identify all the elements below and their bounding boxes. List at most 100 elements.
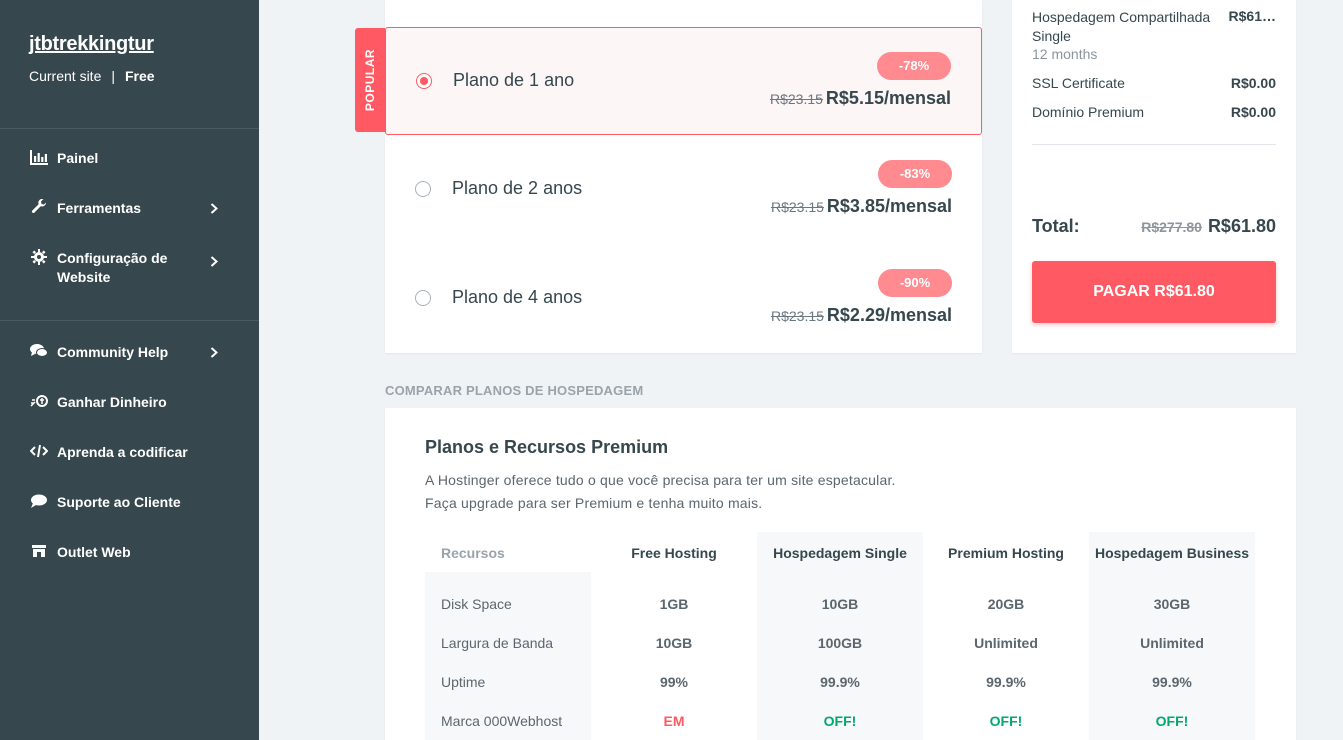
compare-plans-card: Planos e Recursos Premium A Hostinger of… — [385, 408, 1296, 740]
domain-price: R$0.00 — [1230, 104, 1276, 120]
popular-tag: POPULAR — [355, 28, 386, 132]
sidebar-item-label: Painel — [57, 150, 99, 166]
plan-price: R$23.15 R$3.85/mensal — [771, 196, 952, 217]
store-icon — [29, 542, 49, 560]
discount-badge: -83% — [878, 160, 952, 188]
old-price: R$23.15 — [770, 308, 824, 324]
sidebar-item-label: Outlet Web — [57, 544, 131, 560]
table-cell: 99.9% — [820, 674, 860, 690]
table-cell: 100GB — [817, 635, 863, 651]
table-cell: 1GB — [659, 596, 689, 612]
site-meta: Current site | Free — [29, 68, 230, 84]
bar-chart-icon — [29, 148, 49, 166]
product-price: R$61… — [1228, 8, 1276, 24]
row-label: Largura de Banda — [441, 635, 554, 651]
plan-options-card: Plano de 1 ano -78% R$23.15 R$5.15/mensal… — [385, 0, 982, 353]
table-cell: 30GB — [1153, 596, 1191, 612]
table-header: Free Hosting — [631, 545, 717, 561]
chat-bubbles-icon — [29, 342, 49, 360]
sidebar-item-community-help[interactable]: Community Help — [0, 343, 259, 393]
sidebar-item-aprenda-codificar[interactable]: Aprenda a codificar — [0, 443, 259, 493]
summary-product-line: Hospedagem Compartilhada Single R$61… — [1032, 8, 1276, 46]
plan-name: Plano de 2 anos — [452, 178, 583, 198]
product-period: 12 months — [1032, 46, 1098, 62]
discount-badge: -78% — [877, 52, 951, 80]
sidebar-item-configuracao[interactable]: Configuração de Website — [0, 249, 259, 308]
total-prices: R$277.80 R$61.80 — [1141, 216, 1276, 237]
compare-title: Planos e Recursos Premium — [425, 437, 669, 457]
new-price: R$5.15/mensal — [825, 88, 951, 108]
plan-option-4-years[interactable]: Plano de 4 anos -90% R$23.15 R$2.29/mensa… — [385, 244, 982, 352]
plan-price: R$23.15 R$5.15/mensal — [770, 88, 951, 109]
table-cell: 10GB — [821, 596, 859, 612]
table-cell: OFF! — [1155, 713, 1189, 729]
speech-bubble-icon — [29, 492, 49, 510]
plan-name: Plano de 1 ano — [453, 70, 575, 90]
summary-ssl-line: SSL Certificate R$0.00 — [1032, 75, 1276, 91]
table-cell: 10GB — [655, 635, 693, 651]
chevron-right-icon — [210, 256, 218, 270]
new-price: R$2.29/mensal — [826, 305, 952, 325]
code-icon — [29, 442, 49, 460]
sidebar-item-label: Configuração de Website — [57, 250, 168, 285]
gear-icon — [29, 248, 49, 266]
site-name-link[interactable]: jtbtrekkingtur — [29, 33, 230, 56]
plan-radio[interactable] — [415, 181, 431, 197]
sidebar-item-label: Community Help — [57, 344, 169, 360]
compare-desc-line: A Hostinger oferece tudo o que você prec… — [425, 472, 896, 488]
sidebar-item-ganhar-dinheiro[interactable]: Ganhar Dinheiro — [0, 393, 259, 443]
table-cell: Unlimited — [1140, 635, 1204, 651]
plan-radio[interactable] — [415, 290, 431, 306]
total-new-price: R$61.80 — [1207, 216, 1276, 236]
sidebar-item-painel[interactable]: Painel — [0, 149, 259, 199]
old-price: R$23.15 — [769, 91, 823, 107]
referral-icon — [29, 392, 49, 410]
table-cell: 99.9% — [1152, 674, 1192, 690]
compare-table: Recursos Free Hosting Hospedagem Single … — [425, 532, 1256, 740]
row-label: Uptime — [441, 674, 486, 690]
sidebar-item-suporte-cliente[interactable]: Suporte ao Cliente — [0, 493, 259, 543]
meta-separator: | — [111, 68, 115, 84]
summary-total-line: Total: R$277.80 R$61.80 — [1032, 216, 1276, 237]
old-price: R$23.15 — [770, 199, 824, 215]
site-plan-badge: Free — [125, 68, 155, 84]
total-label: Total: — [1032, 216, 1080, 236]
primary-nav: Painel Ferramentas Configuração de Websi… — [0, 129, 259, 321]
row-label: Disk Space — [441, 596, 512, 612]
current-site-label: Current site — [29, 68, 102, 84]
table-cell: OFF! — [989, 713, 1023, 729]
plan-option-2-years[interactable]: Plano de 2 anos -83% R$23.15 R$3.85/mensa… — [385, 135, 982, 243]
pay-button[interactable]: PAGAR R$61.80 — [1032, 261, 1276, 323]
discount-badge: -90% — [878, 269, 952, 297]
table-cell: Unlimited — [974, 635, 1038, 651]
site-block: jtbtrekkingtur Current site | Free — [0, 0, 259, 129]
chevron-right-icon — [210, 203, 218, 217]
secondary-nav: Community Help Ganhar Dinheiro Aprenda a… — [0, 321, 259, 605]
table-cell: EM — [663, 713, 685, 729]
sidebar-item-ferramentas[interactable]: Ferramentas — [0, 199, 259, 249]
summary-domain-line: Domínio Premium R$0.00 — [1032, 104, 1276, 120]
compare-description: A Hostinger oferece tudo o que você prec… — [425, 469, 896, 515]
product-name: Hospedagem Compartilhada Single — [1032, 9, 1211, 44]
sidebar: jtbtrekkingtur Current site | Free Painel … — [0, 0, 259, 740]
table-cell: 99.9% — [986, 674, 1026, 690]
table-cell: OFF! — [823, 713, 857, 729]
wrench-icon — [29, 198, 49, 216]
plan-price: R$23.15 R$2.29/mensal — [771, 305, 952, 326]
plan-option-1-year[interactable]: Plano de 1 ano -78% R$23.15 R$5.15/mensal — [385, 27, 982, 135]
compare-desc-line: Faça upgrade para ser Premium e tenha mu… — [425, 495, 763, 511]
total-old-price: R$277.80 — [1141, 219, 1202, 235]
table-cell: 20GB — [987, 596, 1025, 612]
order-summary-card: Hospedagem Compartilhada Single R$61… 12… — [1012, 0, 1296, 353]
table-header: Hospedagem Single — [773, 545, 907, 561]
table-header: Recursos — [441, 545, 505, 561]
plan-radio-selected[interactable] — [416, 73, 432, 89]
table-cell: 99% — [659, 674, 689, 690]
sidebar-item-outlet-web[interactable]: Outlet Web — [0, 543, 259, 593]
ssl-label: SSL Certificate — [1032, 75, 1125, 91]
popular-label: POPULAR — [363, 48, 378, 112]
sidebar-item-label: Ganhar Dinheiro — [57, 394, 167, 410]
new-price: R$3.85/mensal — [826, 196, 952, 216]
sidebar-item-label: Ferramentas — [57, 200, 142, 216]
table-header: Premium Hosting — [948, 545, 1064, 561]
